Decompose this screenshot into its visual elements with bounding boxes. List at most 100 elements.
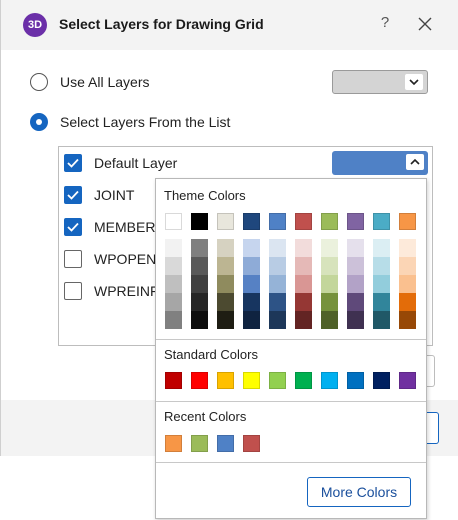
theme-shade-swatch[interactable] (217, 275, 234, 293)
theme-shade-swatch[interactable] (269, 275, 286, 293)
theme-shade-swatch[interactable] (399, 239, 416, 257)
theme-shade-swatch[interactable] (399, 311, 416, 329)
standard-color-swatch[interactable] (347, 372, 364, 389)
theme-shade-swatch[interactable] (347, 239, 364, 257)
theme-color-swatch[interactable] (295, 213, 312, 230)
theme-shade-swatch[interactable] (217, 293, 234, 311)
layer-checkbox-wpopeni[interactable] (64, 250, 82, 268)
help-button[interactable]: ? (376, 14, 394, 34)
use-all-layers-label: Use All Layers (60, 74, 150, 90)
theme-shade-swatch[interactable] (321, 311, 338, 329)
theme-shade-swatch[interactable] (373, 293, 390, 311)
dialog-title: Select Layers for Drawing Grid (59, 16, 264, 32)
theme-shade-swatch[interactable] (191, 311, 208, 329)
theme-shade-swatch[interactable] (399, 293, 416, 311)
theme-shade-swatch[interactable] (347, 293, 364, 311)
standard-color-swatch[interactable] (373, 372, 390, 389)
standard-color-swatch[interactable] (243, 372, 260, 389)
theme-shade-swatch[interactable] (243, 239, 260, 257)
theme-shade-swatch[interactable] (191, 239, 208, 257)
theme-shade-swatch[interactable] (295, 275, 312, 293)
theme-shade-swatch[interactable] (295, 311, 312, 329)
select-from-list-radio[interactable] (30, 113, 48, 131)
chevron-up-icon (406, 154, 424, 170)
theme-shade-swatch[interactable] (165, 293, 182, 311)
hidden-button-edge[interactable] (426, 355, 435, 387)
layer-name-default: Default Layer (94, 155, 178, 171)
default-layer-color-combo[interactable] (332, 151, 428, 175)
close-button[interactable] (414, 12, 436, 36)
theme-shade-swatch[interactable] (373, 275, 390, 293)
theme-shade-swatch[interactable] (321, 293, 338, 311)
more-colors-button[interactable]: More Colors (307, 477, 411, 507)
recent-color-swatch[interactable] (217, 435, 234, 452)
theme-shade-swatch[interactable] (243, 311, 260, 329)
separator (156, 462, 426, 463)
theme-shade-swatch[interactable] (347, 275, 364, 293)
theme-shade-swatch[interactable] (165, 257, 182, 275)
use-all-layers-radio[interactable] (30, 73, 48, 91)
theme-shade-swatch[interactable] (217, 311, 234, 329)
theme-shade-swatch[interactable] (165, 311, 182, 329)
theme-shade-swatch[interactable] (191, 275, 208, 293)
theme-shade-swatch[interactable] (217, 257, 234, 275)
theme-color-swatch[interactable] (321, 213, 338, 230)
standard-color-swatch[interactable] (269, 372, 286, 389)
theme-shade-swatch[interactable] (321, 239, 338, 257)
standard-color-swatch[interactable] (217, 372, 234, 389)
standard-colors-title: Standard Colors (164, 347, 258, 362)
theme-shade-swatch[interactable] (347, 257, 364, 275)
theme-shade-swatch[interactable] (191, 293, 208, 311)
theme-shade-swatch[interactable] (217, 239, 234, 257)
theme-shade-swatch[interactable] (373, 311, 390, 329)
theme-shade-swatch[interactable] (243, 293, 260, 311)
ok-button-edge[interactable] (426, 412, 439, 444)
standard-color-swatch[interactable] (165, 372, 182, 389)
theme-shade-swatch[interactable] (295, 239, 312, 257)
theme-shade-swatch[interactable] (295, 293, 312, 311)
theme-shade-swatch[interactable] (321, 257, 338, 275)
separator (156, 401, 426, 402)
theme-color-swatch[interactable] (217, 213, 234, 230)
standard-color-swatch[interactable] (295, 372, 312, 389)
theme-color-swatch[interactable] (373, 213, 390, 230)
title-bar: 3D Select Layers for Drawing Grid ? (1, 0, 458, 50)
layer-checkbox-member[interactable] (64, 218, 82, 236)
theme-shade-swatch[interactable] (165, 239, 182, 257)
theme-shade-swatch[interactable] (399, 257, 416, 275)
layer-checkbox-joint[interactable] (64, 186, 82, 204)
theme-shade-swatch[interactable] (165, 275, 182, 293)
separator (156, 339, 426, 340)
layer-checkbox-wpreinfo[interactable] (64, 282, 82, 300)
theme-shade-swatch[interactable] (269, 293, 286, 311)
theme-shade-swatch[interactable] (191, 257, 208, 275)
standard-color-swatch[interactable] (191, 372, 208, 389)
theme-shade-swatch[interactable] (243, 257, 260, 275)
theme-color-swatch[interactable] (243, 213, 260, 230)
theme-shade-swatch[interactable] (295, 257, 312, 275)
theme-shade-swatch[interactable] (399, 275, 416, 293)
theme-color-swatch[interactable] (269, 213, 286, 230)
recent-color-swatch[interactable] (243, 435, 260, 452)
color-picker-popup: Theme Colors Standard Colors Recent Colo… (155, 178, 427, 519)
theme-shade-swatch[interactable] (321, 275, 338, 293)
recent-color-swatch[interactable] (165, 435, 182, 452)
theme-shade-swatch[interactable] (347, 311, 364, 329)
theme-color-swatch[interactable] (165, 213, 182, 230)
theme-shade-swatch[interactable] (373, 257, 390, 275)
theme-color-swatch[interactable] (191, 213, 208, 230)
theme-shade-swatch[interactable] (243, 275, 260, 293)
theme-shade-swatch[interactable] (269, 257, 286, 275)
standard-color-swatch[interactable] (399, 372, 416, 389)
theme-color-swatch[interactable] (347, 213, 364, 230)
standard-color-swatch[interactable] (321, 372, 338, 389)
theme-shade-swatch[interactable] (269, 311, 286, 329)
layer-checkbox-default[interactable] (64, 154, 82, 172)
theme-colors-title: Theme Colors (164, 188, 246, 203)
close-icon (418, 17, 432, 31)
theme-shade-swatch[interactable] (373, 239, 390, 257)
theme-color-swatch[interactable] (399, 213, 416, 230)
all-layers-color-combo[interactable] (332, 70, 428, 94)
theme-shade-swatch[interactable] (269, 239, 286, 257)
recent-color-swatch[interactable] (191, 435, 208, 452)
